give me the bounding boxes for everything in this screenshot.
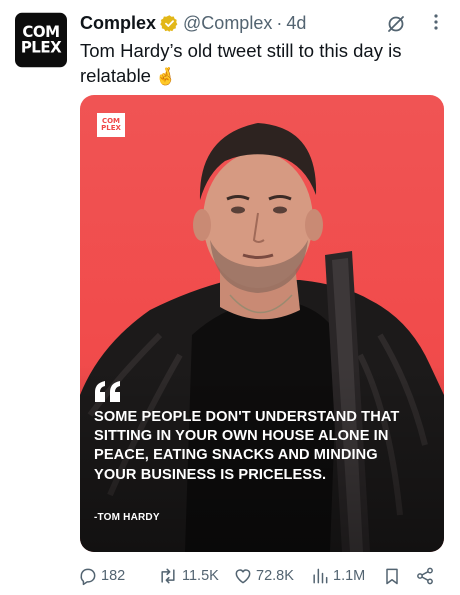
share-button[interactable] bbox=[415, 566, 438, 586]
reply-count: 182 bbox=[101, 568, 126, 584]
like-count: 72.8K bbox=[256, 568, 294, 584]
quote-text: Some people don't understand that sittin… bbox=[94, 409, 400, 483]
crossed-fingers-emoji: 🤞 bbox=[154, 67, 177, 86]
heart-icon bbox=[235, 569, 251, 584]
display-name[interactable]: Complex bbox=[80, 13, 156, 34]
tweet-header: Complex @Complex · 4d bbox=[80, 11, 446, 35]
repost-count: 11.5K bbox=[182, 568, 219, 584]
action-bar: 182 11.5K 72.8K 1.1M bbox=[78, 564, 446, 588]
views-chart-icon bbox=[313, 568, 328, 584]
tweet-text-body: Tom Hardy’s old tweet still to this day … bbox=[80, 40, 402, 86]
quote-author: -TOM HARDY bbox=[94, 512, 160, 523]
views-button[interactable]: 1.1M bbox=[310, 566, 365, 586]
separator-dot: · bbox=[276, 12, 283, 33]
reply-icon bbox=[80, 568, 96, 586]
timestamp[interactable]: 4d bbox=[286, 13, 306, 34]
avatar[interactable]: COM PLEX bbox=[15, 12, 67, 68]
repost-button[interactable]: 11.5K bbox=[157, 566, 219, 586]
complex-logo: COM PLEX bbox=[97, 113, 125, 137]
bookmark-icon bbox=[386, 568, 398, 585]
more-options-icon[interactable] bbox=[426, 12, 446, 34]
quote-mark-icon bbox=[95, 381, 120, 402]
like-button[interactable]: 72.8K bbox=[233, 566, 294, 586]
media-logo-line2: PLEX bbox=[101, 124, 121, 132]
views-count: 1.1M bbox=[333, 568, 366, 584]
tweet-text: Tom Hardy’s old tweet still to this day … bbox=[80, 38, 445, 89]
repost-icon bbox=[161, 568, 175, 584]
share-icon bbox=[417, 567, 433, 585]
grok-icon[interactable] bbox=[386, 14, 406, 34]
tweet-media-image[interactable]: COM PLEX Some people don't understand th… bbox=[80, 95, 444, 552]
reply-button[interactable]: 182 bbox=[78, 566, 125, 586]
user-handle[interactable]: @Complex bbox=[183, 13, 272, 34]
bookmark-button[interactable] bbox=[382, 566, 405, 586]
avatar-text-line2: PLEX bbox=[20, 37, 62, 57]
verified-badge-icon[interactable] bbox=[160, 14, 179, 33]
